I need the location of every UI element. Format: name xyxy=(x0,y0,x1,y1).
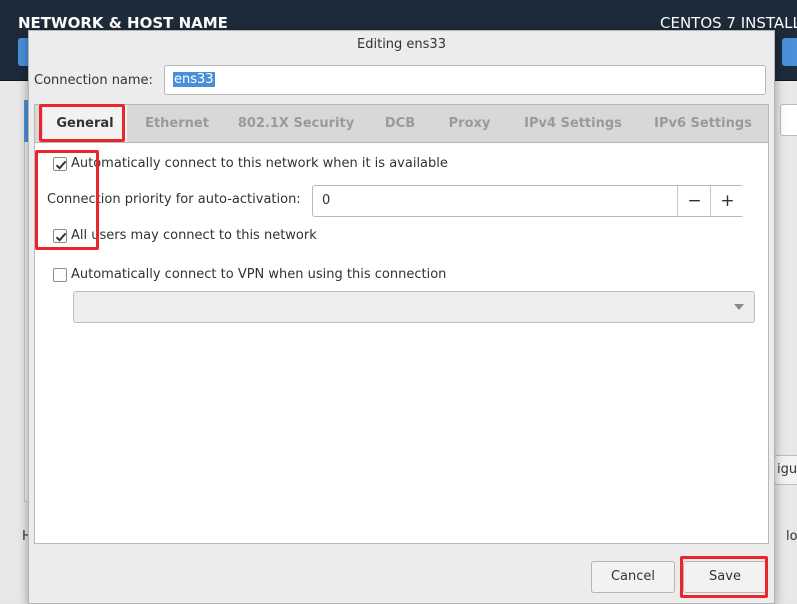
vpn-connection-combo[interactable] xyxy=(73,291,755,323)
tab-dcb[interactable]: DCB xyxy=(375,105,425,142)
priority-label: Connection priority for auto-activation: xyxy=(47,192,301,207)
configure-button-partial[interactable]: igure xyxy=(774,455,797,485)
general-panel: Automatically connect to this network wh… xyxy=(35,143,768,543)
connection-name-label: Connection name: xyxy=(34,73,153,88)
dialog-title: Editing ens33 xyxy=(357,37,446,52)
auto-connect-checkbox[interactable] xyxy=(53,157,67,171)
tab-ipv4-settings[interactable]: IPv4 Settings xyxy=(513,105,633,142)
tab-proxy[interactable]: Proxy xyxy=(437,105,502,142)
cancel-button[interactable]: Cancel xyxy=(591,561,675,593)
all-users-checkbox[interactable] xyxy=(53,229,67,243)
edit-connection-dialog: Editing ens33 Connection name: ens33 Gen… xyxy=(28,30,775,604)
auto-vpn-label: Automatically connect to VPN when using … xyxy=(71,267,447,282)
settings-notebook: General Ethernet 802.1X Security DCB Pro… xyxy=(34,104,769,544)
priority-decrement-button[interactable]: − xyxy=(677,186,711,216)
tab-general[interactable]: General xyxy=(43,105,127,142)
chevron-down-icon xyxy=(734,304,744,310)
priority-value: 0 xyxy=(322,193,331,208)
connection-name-value: ens33 xyxy=(173,72,215,87)
hostname-status-partial: lo xyxy=(786,529,797,544)
connection-name-input[interactable]: ens33 xyxy=(164,65,766,95)
priority-increment-button[interactable]: + xyxy=(710,186,744,216)
auto-connect-label: Automatically connect to this network wh… xyxy=(71,156,448,171)
tab-ipv6-settings[interactable]: IPv6 Settings xyxy=(643,105,763,142)
priority-spinbutton[interactable]: 0 − + xyxy=(312,185,744,217)
auto-vpn-checkbox[interactable] xyxy=(53,268,67,282)
keyboard-indicator-partial[interactable] xyxy=(782,38,797,66)
check-icon xyxy=(55,160,67,170)
tab-8021x-security[interactable]: 802.1X Security xyxy=(229,105,363,142)
ethernet-toggle-partial[interactable] xyxy=(780,104,797,136)
all-users-label: All users may connect to this network xyxy=(71,228,317,243)
tab-ethernet[interactable]: Ethernet xyxy=(135,105,219,142)
tab-bar: General Ethernet 802.1X Security DCB Pro… xyxy=(35,105,768,143)
save-button[interactable]: Save xyxy=(683,561,767,593)
check-icon xyxy=(55,232,67,242)
